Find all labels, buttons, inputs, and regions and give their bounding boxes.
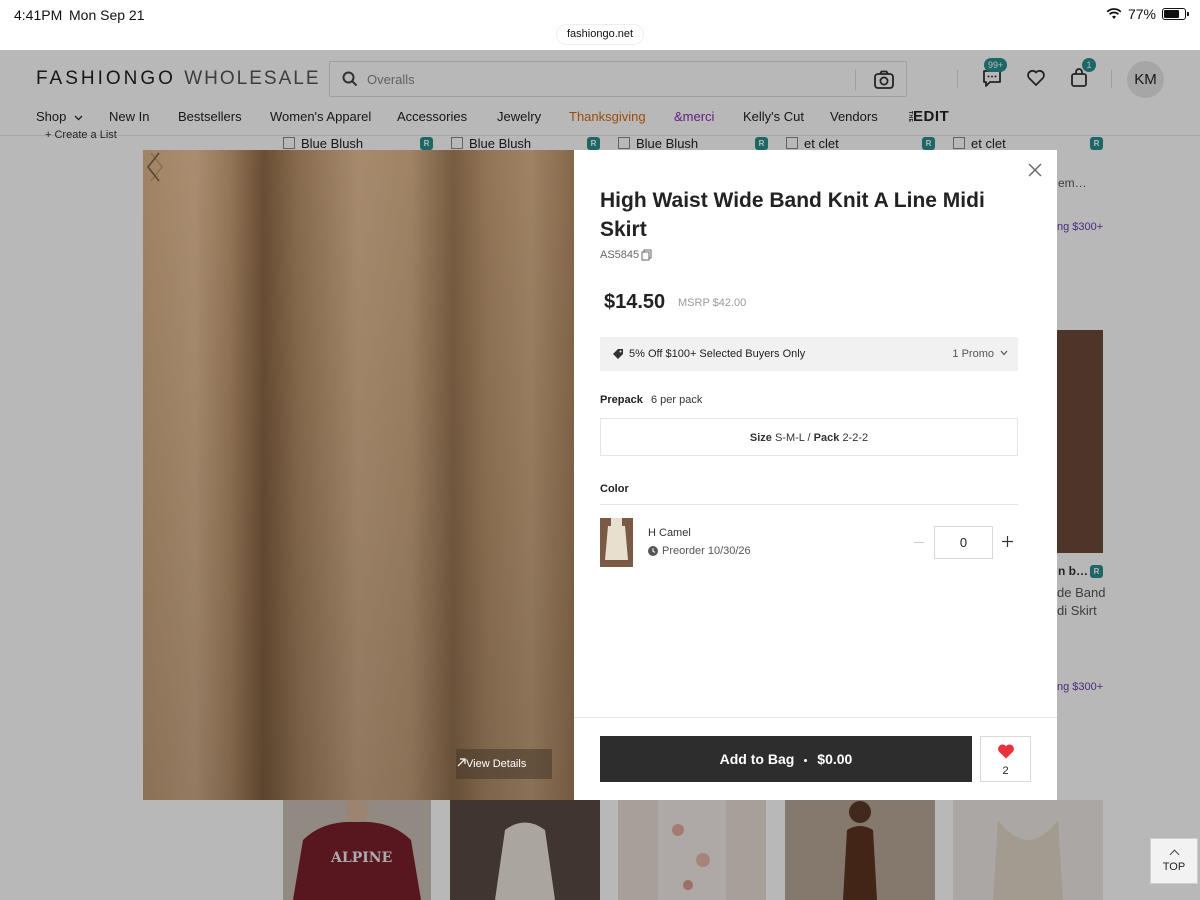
wifi-icon	[1106, 8, 1122, 19]
status-bar: 4:41PM Mon Sep 21 77% fashiongo.net	[0, 0, 1200, 50]
wishlist-button[interactable]: 2	[980, 736, 1031, 782]
battery-level	[1164, 10, 1180, 18]
wishlist-count: 2	[1002, 765, 1009, 777]
heart-icon	[998, 744, 1014, 759]
size-label: Size	[749, 432, 772, 444]
close-icon[interactable]	[1027, 162, 1043, 178]
decrement-button[interactable]	[914, 542, 924, 543]
battery-icon	[1162, 8, 1189, 20]
pack-label: Pack	[813, 432, 840, 444]
color-name: H Camel	[648, 527, 691, 539]
battery-percent: 77%	[1127, 6, 1156, 22]
promo-count: 1 Promo	[952, 348, 994, 360]
bag-total: $0.00	[817, 751, 853, 767]
divider	[600, 504, 1018, 505]
divider	[574, 717, 1057, 718]
color-swatch-image	[600, 518, 633, 567]
quantity-input[interactable]: 0	[934, 526, 993, 559]
clock-icon	[648, 546, 658, 556]
prepack-label: Prepack	[600, 394, 643, 406]
product-details-panel: High Waist Wide Band Knit A Line Midi Sk…	[574, 150, 1057, 800]
size-pack-option[interactable]: Size S-M-L / Pack 2-2-2	[600, 418, 1018, 456]
pack-value: 2-2-2	[842, 432, 869, 444]
product-sku: AS5845	[600, 249, 640, 261]
increment-button[interactable]	[1002, 536, 1013, 547]
promo-dropdown[interactable]: 5% Off $100+ Selected Buyers Only 1 Prom…	[600, 337, 1018, 371]
separator-dot	[804, 758, 808, 762]
preorder-date: Preorder 10/30/26	[662, 545, 751, 557]
size-value: S-M-L	[774, 432, 805, 444]
status-right: 77%	[1106, 6, 1189, 22]
fabric-image	[143, 150, 574, 800]
url-bar[interactable]: fashiongo.net	[557, 25, 644, 44]
tag-icon	[613, 349, 623, 359]
copy-icon[interactable]	[641, 249, 652, 261]
external-arrow-icon	[457, 758, 466, 767]
scroll-top-button[interactable]: TOP	[1150, 838, 1198, 884]
view-details-label: View Details	[466, 758, 527, 770]
add-to-bag-button[interactable]: Add to Bag $0.00	[600, 736, 972, 782]
view-details-button[interactable]: View Details	[456, 749, 552, 779]
status-date: Mon Sep 21	[69, 7, 145, 23]
add-to-bag-label: Add to Bag	[719, 751, 795, 767]
status-time: 4:41PM	[14, 7, 63, 23]
product-image[interactable]: View Details	[143, 150, 574, 800]
prepack-value: 6 per pack	[651, 394, 703, 406]
product-msrp: MSRP $42.00	[678, 297, 747, 309]
color-label: Color	[600, 483, 629, 495]
chevron-right-icon[interactable]	[143, 150, 167, 184]
promo-text: 5% Off $100+ Selected Buyers Only	[629, 348, 806, 360]
quick-view-modal: View Details High Waist Wide Band Knit A…	[143, 150, 1057, 800]
chevron-down-icon	[1000, 350, 1008, 356]
product-price: $14.50	[604, 291, 666, 313]
product-title: High Waist Wide Band Knit A Line Midi Sk…	[600, 189, 985, 241]
